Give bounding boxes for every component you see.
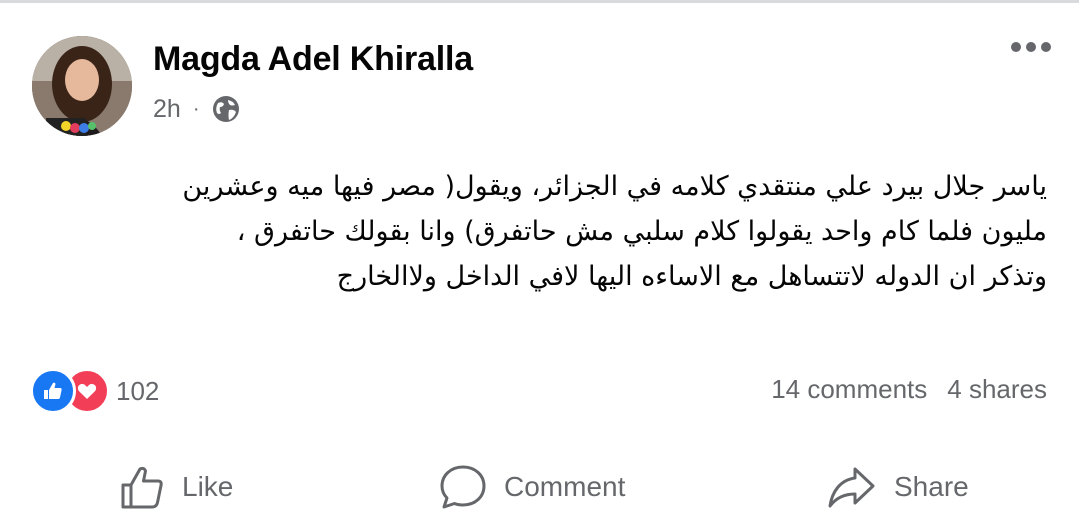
meta-separator: · [192,97,200,120]
post-text-line: مليون فلما كام واحد يقولوا كلام سلبي مش … [236,216,1047,247]
comment-label: Comment [504,471,626,502]
post-meta: 2h · [153,92,241,126]
share-label: Share [894,471,969,502]
comment-bubble-icon [440,465,486,509]
avatar-photo [32,36,132,136]
post-text: ياسر جلال بيرد علي منتقدي كلامه في الجزا… [27,164,1047,299]
avatar[interactable] [32,36,132,136]
comments-count-link[interactable]: 14 comments [771,374,927,405]
post-timestamp[interactable]: 2h [153,95,181,124]
like-button[interactable]: Like [118,456,233,518]
more-dot-icon [1011,42,1021,52]
top-divider [0,0,1079,3]
post-text-line: ياسر جلال بيرد علي منتقدي كلامه في الجزا… [182,171,1047,202]
like-label: Like [182,471,234,502]
share-button[interactable]: Share [826,456,969,518]
more-dot-icon [1041,42,1051,52]
more-options-button[interactable] [1011,42,1051,52]
more-dot-icon [1026,42,1036,52]
like-reaction-icon [30,368,76,414]
globe-icon[interactable] [211,94,241,124]
shares-count-link[interactable]: 4 shares [947,374,1047,405]
thumbs-up-icon [121,466,163,509]
post-text-line: وتذكر ان الدوله لاتتساهل مع الاساءه اليه… [336,261,1047,292]
share-arrow-icon [828,467,875,508]
engagement-counts: 14 comments 4 shares [771,374,1047,405]
reactions-summary[interactable]: 102 [30,368,159,414]
reaction-count: 102 [116,375,160,406]
author-name[interactable]: Magda Adel Khiralla [153,40,473,79]
comment-button[interactable]: Comment [438,456,625,518]
